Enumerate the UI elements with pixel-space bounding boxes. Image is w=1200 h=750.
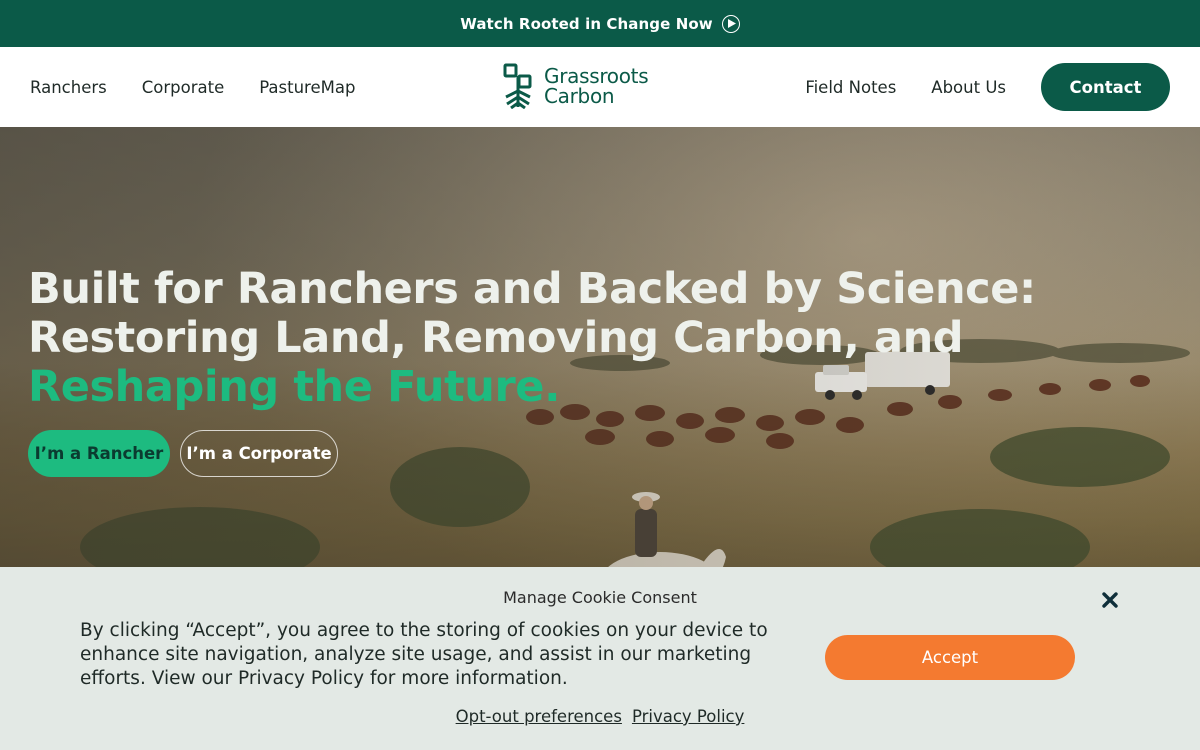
hero-headline: Built for Ranchers and Backed by Science…	[28, 265, 1128, 412]
nav-link-field-notes[interactable]: Field Notes	[805, 78, 896, 97]
grassroots-carbon-logo[interactable]: Grassroots Carbon	[502, 63, 649, 109]
contact-button[interactable]: Contact	[1041, 63, 1170, 111]
logo-wordmark: Grassroots Carbon	[544, 64, 649, 108]
cookie-consent-text: By clicking “Accept”, you agree to the s…	[80, 620, 768, 689]
banner-text[interactable]: Watch Rooted in Change Now	[460, 15, 713, 33]
logo-line-2: Carbon	[544, 84, 615, 108]
cookie-consent-title: Manage Cookie Consent	[503, 588, 697, 607]
hero-cta-group: I’m a Rancher I’m a Corporate	[28, 430, 338, 477]
privacy-policy-link[interactable]: Privacy Policy	[632, 707, 744, 726]
im-a-rancher-button[interactable]: I’m a Rancher	[28, 430, 170, 477]
top-announcement-banner[interactable]: Watch Rooted in Change Now	[0, 0, 1200, 47]
opt-out-preferences-link[interactable]: Opt-out preferences	[456, 707, 622, 726]
accept-cookies-button[interactable]: Accept	[825, 635, 1075, 680]
nav-link-corporate[interactable]: Corporate	[142, 78, 224, 97]
logo-line-1: Grassroots	[544, 64, 649, 88]
main-navbar: Ranchers Corporate PastureMap Grassroots…	[0, 47, 1200, 127]
hero-headline-main: Built for Ranchers and Backed by Science…	[28, 264, 1036, 363]
nav-link-ranchers[interactable]: Ranchers	[30, 78, 107, 97]
cookie-links: Opt-out preferences Privacy Policy	[0, 707, 1200, 726]
play-circle-icon	[721, 14, 740, 33]
nav-link-about-us[interactable]: About Us	[931, 78, 1006, 97]
nav-left-group: Ranchers Corporate PastureMap	[30, 78, 355, 97]
im-a-corporate-button[interactable]: I’m a Corporate	[180, 430, 338, 477]
nav-link-pasturemap[interactable]: PastureMap	[259, 78, 355, 97]
hero-headline-accent: Reshaping the Future.	[28, 362, 560, 412]
cookie-consent-banner: Manage Cookie Consent By clicking “Accep…	[0, 567, 1200, 750]
sprout-roots-logo-icon	[503, 63, 532, 109]
close-icon[interactable]	[1098, 588, 1122, 612]
nav-right-group: Field Notes About Us Contact	[805, 63, 1170, 111]
